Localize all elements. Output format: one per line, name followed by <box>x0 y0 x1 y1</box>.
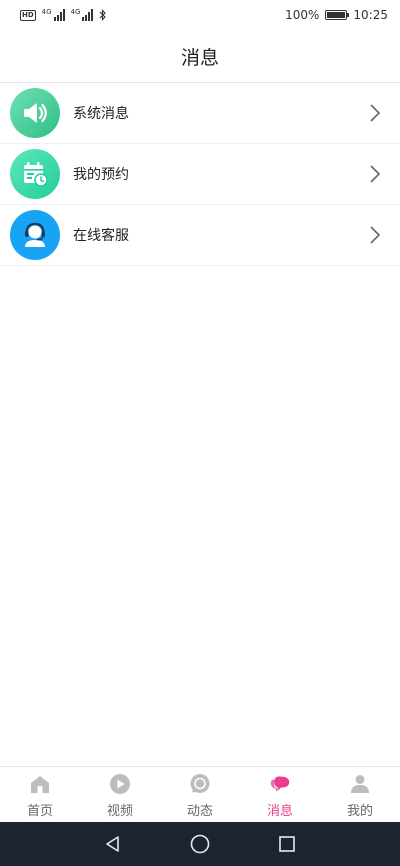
list-item-label: 在线客服 <box>73 228 129 244</box>
tab-label: 视频 <box>106 804 133 819</box>
status-indicators: HD 4G 4G <box>20 9 107 21</box>
play-icon <box>110 774 130 794</box>
recents-icon <box>278 836 295 852</box>
tab-label: 动态 <box>186 804 213 819</box>
home-circle-icon <box>190 834 210 854</box>
status-right: 100% 10:25 <box>285 8 388 22</box>
system-nav-bar <box>0 822 400 866</box>
tab-feed[interactable]: 动态 <box>160 767 240 822</box>
signal-icon: 4G <box>71 9 94 21</box>
network-type-2: 4G <box>70 8 81 16</box>
chevron-right-icon <box>370 165 381 183</box>
message-list: 系统消息 我的预约 在线客服 <box>0 83 400 266</box>
list-item-online-support[interactable]: 在线客服 <box>0 205 400 266</box>
tab-profile[interactable]: 我的 <box>320 767 400 822</box>
clock: 10:25 <box>353 8 388 22</box>
list-item-my-appointments[interactable]: 我的预约 <box>0 144 400 205</box>
home-icon <box>31 776 49 793</box>
bottom-tab-bar: 首页 视频 动态 消息 我的 <box>0 766 400 822</box>
page-header: 消息 <box>0 30 400 83</box>
hd-badge: HD <box>20 9 36 21</box>
battery-percent: 100% <box>285 8 320 22</box>
page-title: 消息 <box>180 46 219 69</box>
nav-back-button[interactable] <box>101 832 125 856</box>
tab-label: 消息 <box>266 804 293 819</box>
calendar-clock-icon <box>10 149 60 199</box>
speaker-icon <box>10 88 60 138</box>
tab-label: 首页 <box>26 804 53 819</box>
back-icon <box>106 836 120 852</box>
tab-messages[interactable]: 消息 <box>240 767 320 822</box>
user-icon <box>351 775 369 793</box>
tab-home[interactable]: 首页 <box>0 767 80 822</box>
tab-video[interactable]: 视频 <box>80 767 160 822</box>
status-bar: HD 4G 4G 100% 10:25 <box>0 0 400 30</box>
chevron-right-icon <box>370 104 381 122</box>
list-item-system-messages[interactable]: 系统消息 <box>0 83 400 144</box>
list-item-label: 系统消息 <box>73 106 129 122</box>
network-type-1: 4G <box>41 8 52 16</box>
chevron-right-icon <box>370 226 381 244</box>
messages-icon <box>270 776 290 792</box>
nav-home-button[interactable] <box>188 832 212 856</box>
chat-bubble-icon <box>190 774 210 794</box>
battery-icon <box>325 10 350 20</box>
list-item-label: 我的预约 <box>73 167 129 183</box>
tab-label: 我的 <box>346 804 373 819</box>
bluetooth-icon <box>100 9 107 21</box>
signal-icon: 4G <box>42 9 65 21</box>
customer-service-icon <box>10 210 60 260</box>
nav-recents-button[interactable] <box>275 832 299 856</box>
